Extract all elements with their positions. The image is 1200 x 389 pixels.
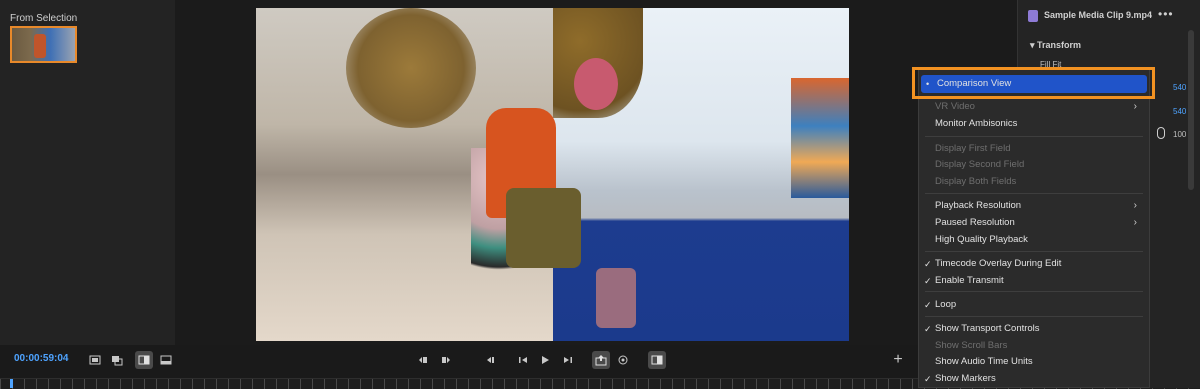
menu-separator bbox=[925, 291, 1143, 292]
menu-item-high-quality-playback[interactable]: High Quality Playback bbox=[919, 232, 1149, 248]
menu-item-show-markers[interactable]: ✓ Show Markers bbox=[919, 371, 1149, 387]
export-frame-icon[interactable] bbox=[592, 351, 610, 369]
menu-item-loop[interactable]: ✓ Loop bbox=[919, 297, 1149, 313]
playhead[interactable] bbox=[10, 379, 13, 388]
tree-blur bbox=[346, 8, 476, 128]
multi-frame-icon[interactable] bbox=[108, 351, 126, 369]
add-button[interactable]: + bbox=[889, 351, 907, 369]
mark-out-icon[interactable] bbox=[437, 351, 455, 369]
comparison-view-icon[interactable] bbox=[648, 351, 666, 369]
menu-separator bbox=[925, 316, 1143, 317]
play-icon[interactable] bbox=[536, 351, 554, 369]
position-x-value[interactable]: 540 bbox=[1173, 83, 1186, 92]
clip-title: Sample Media Clip 9.mp4 bbox=[1044, 10, 1153, 20]
menu-item-show-scroll-bars: Show Scroll Bars bbox=[935, 340, 1008, 351]
safe-margins-icon[interactable] bbox=[86, 351, 104, 369]
panel-scrollbar[interactable] bbox=[1188, 30, 1194, 190]
comparison-video-frame[interactable] bbox=[256, 8, 849, 341]
more-options-icon[interactable]: ••• bbox=[1158, 7, 1174, 21]
skater-head bbox=[574, 58, 618, 110]
menu-item-display-both-fields: Display Both Fields bbox=[935, 176, 1017, 187]
step-forward-icon[interactable] bbox=[559, 351, 577, 369]
monitor-context-menu: • Comparison View VR Video › Monitor Ambi… bbox=[918, 68, 1150, 388]
source-panel: From Selection bbox=[0, 0, 175, 345]
transform-section[interactable]: ▾ Transform bbox=[1030, 40, 1081, 51]
menu-item-monitor-ambisonics[interactable]: Monitor Ambisonics bbox=[919, 116, 1149, 132]
step-back-icon[interactable] bbox=[514, 351, 532, 369]
skate-shoe bbox=[596, 268, 636, 328]
go-to-in-icon[interactable] bbox=[482, 351, 500, 369]
transform-label: Transform bbox=[1037, 40, 1082, 50]
menu-item-timecode-overlay[interactable]: ✓ Timecode Overlay During Edit bbox=[919, 256, 1149, 272]
horizontal-split-icon[interactable] bbox=[157, 351, 175, 369]
menu-item-paused-resolution[interactable]: Paused Resolution › bbox=[919, 215, 1149, 231]
menu-item-display-second-field: Display Second Field bbox=[935, 159, 1025, 170]
snapshot-icon[interactable] bbox=[614, 351, 632, 369]
mark-in-icon[interactable] bbox=[414, 351, 432, 369]
link-icon[interactable] bbox=[1157, 127, 1165, 139]
menu-item-display-first-field: Display First Field bbox=[935, 143, 1011, 154]
menu-separator bbox=[925, 193, 1143, 194]
menu-separator bbox=[925, 251, 1143, 252]
clip-icon bbox=[1028, 10, 1038, 22]
position-y-value[interactable]: 540 bbox=[1173, 107, 1186, 116]
menu-item-playback-resolution[interactable]: Playback Resolution › bbox=[919, 198, 1149, 214]
menu-separator bbox=[925, 136, 1143, 137]
from-selection-label: From Selection bbox=[10, 13, 78, 24]
menu-item-vr-video: VR Video › bbox=[935, 101, 1137, 112]
menu-item-enable-transmit[interactable]: ✓ Enable Transmit bbox=[919, 273, 1149, 289]
skater-legs bbox=[506, 188, 581, 268]
clip-thumbnail[interactable] bbox=[10, 26, 77, 63]
menu-item-show-audio-time-units[interactable]: Show Audio Time Units bbox=[919, 354, 1149, 370]
wall-mural bbox=[791, 78, 849, 198]
scale-value[interactable]: 100 bbox=[1173, 130, 1186, 139]
menu-item-show-transport-controls[interactable]: ✓ Show Transport Controls bbox=[919, 321, 1149, 337]
side-by-side-icon[interactable] bbox=[135, 351, 153, 369]
playhead-timecode[interactable]: 00:00:59:04 bbox=[14, 353, 68, 364]
callout-highlight bbox=[912, 67, 1155, 99]
